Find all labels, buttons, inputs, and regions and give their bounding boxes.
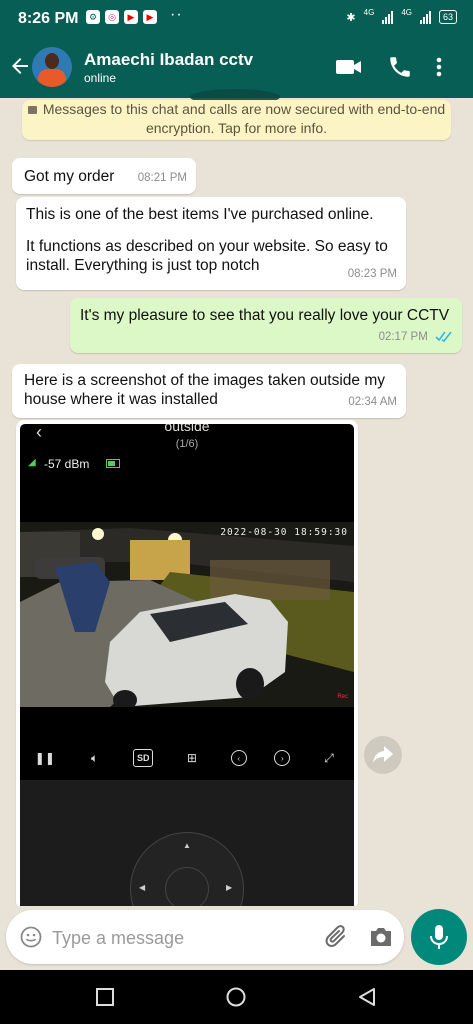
- notification-icons: ⚙ ◎ ▶ ▶: [86, 10, 157, 24]
- contact-name[interactable]: Amaechi Ibadan cctv: [84, 50, 253, 70]
- voice-message-button[interactable]: [411, 909, 467, 965]
- recent-apps-icon[interactable]: [94, 986, 116, 1008]
- network-type-2: 4G: [401, 7, 412, 17]
- status-time: 8:26 PM: [18, 10, 79, 27]
- forward-button[interactable]: [364, 736, 402, 774]
- microphone-icon: [430, 925, 448, 949]
- battery-indicator: 63: [438, 10, 457, 24]
- avatar[interactable]: [32, 47, 72, 87]
- back-nav-icon[interactable]: [356, 986, 378, 1008]
- message-incoming[interactable]: Got my order 08:21 PM: [12, 158, 196, 194]
- ptz-panel: ▲ ◀ ▶: [20, 780, 354, 906]
- message-time: 02:34 AM: [348, 396, 397, 408]
- rec-label: Rec: [337, 694, 348, 700]
- bluetooth-icon: ✱: [346, 11, 356, 24]
- system-nav-bar: [0, 970, 473, 1024]
- screenshot-page: (1/6): [175, 438, 199, 450]
- video-call-icon[interactable]: [335, 54, 363, 80]
- status-bar: 8:26 PM ⚙ ◎ ▶ ▶ ·· ✱ 4G 4G 63: [0, 0, 473, 36]
- message-time-row: 02:17 PM: [379, 328, 453, 347]
- signal-strength: -57 dBm: [44, 457, 90, 471]
- cctv-app-screenshot[interactable]: ‹ outside (1/6) ◢ -57 dBm 2022-08-30 18:…: [20, 424, 354, 906]
- wifi-icon: ◢: [28, 457, 36, 468]
- attach-icon[interactable]: [324, 924, 350, 950]
- message-outgoing[interactable]: It's my pleasure to see that you really …: [70, 298, 462, 353]
- back-arrow-icon[interactable]: [8, 54, 32, 78]
- chat-area[interactable]: Messages to this chat and calls are now …: [0, 98, 473, 906]
- forward-icon: [373, 746, 393, 763]
- youtube-icon: ▶: [143, 10, 157, 24]
- lock-icon: [27, 106, 37, 114]
- message-text: It's my pleasure to see that you really …: [80, 307, 450, 324]
- grid-icon[interactable]: ⊞: [181, 747, 203, 769]
- ptz-joystick[interactable]: ▲ ◀ ▶: [130, 832, 244, 906]
- chat-header: Amaechi Ibadan cctv online: [0, 36, 473, 105]
- signal-icon: [382, 10, 394, 24]
- contact-status: online: [84, 71, 117, 85]
- message-text: Here is a screenshot of the images taken…: [24, 372, 385, 408]
- network-type-1: 4G: [363, 7, 375, 17]
- image-message[interactable]: ‹ outside (1/6) ◢ -57 dBm 2022-08-30 18:…: [16, 420, 358, 906]
- signal-icon: [419, 10, 431, 24]
- prev-icon[interactable]: ‹: [230, 750, 247, 766]
- message-time: 08:21 PM: [137, 172, 187, 184]
- battery-icon: [106, 459, 120, 468]
- camera-timestamp: 2022-08-30 18:59:30: [220, 527, 348, 538]
- screenshot-title: outside: [164, 424, 210, 434]
- next-icon[interactable]: ›: [274, 750, 291, 766]
- message-incoming[interactable]: This is one of the best items I've purch…: [16, 197, 406, 290]
- sd-quality-button[interactable]: SD: [133, 749, 154, 767]
- voice-call-icon[interactable]: [386, 54, 414, 80]
- pause-icon[interactable]: ❚❚: [34, 747, 56, 769]
- home-icon[interactable]: [225, 986, 247, 1008]
- settings-icon: ⚙: [86, 10, 100, 24]
- camera-icon[interactable]: [368, 925, 394, 949]
- system-indicators: ✱ 4G 4G 63: [346, 7, 457, 24]
- read-ticks-icon: [435, 331, 452, 342]
- fullscreen-icon[interactable]: ⤢: [318, 747, 340, 769]
- more-notifications-icon: ··: [170, 6, 183, 23]
- message-time: 08:23 PM: [347, 268, 397, 280]
- encryption-notice[interactable]: Messages to this chat and calls are now …: [22, 100, 451, 140]
- message-input[interactable]: [50, 922, 314, 954]
- message-text: This is one of the best items I've purch…: [26, 206, 388, 274]
- message-incoming[interactable]: Here is a screenshot of the images taken…: [12, 364, 406, 418]
- message-composer: [6, 910, 404, 964]
- youtube-icon: ▶: [124, 10, 138, 24]
- camera-feed-image: [20, 522, 354, 707]
- instagram-icon: ◎: [105, 10, 119, 24]
- playback-controls: ❚❚ 🔈︎ SD ⊞ ‹ › ⤢: [20, 736, 354, 780]
- emoji-icon[interactable]: [20, 926, 42, 948]
- message-text: Got my order: [24, 168, 115, 185]
- more-options-icon[interactable]: [434, 54, 444, 80]
- mute-icon[interactable]: 🔈︎: [84, 747, 106, 769]
